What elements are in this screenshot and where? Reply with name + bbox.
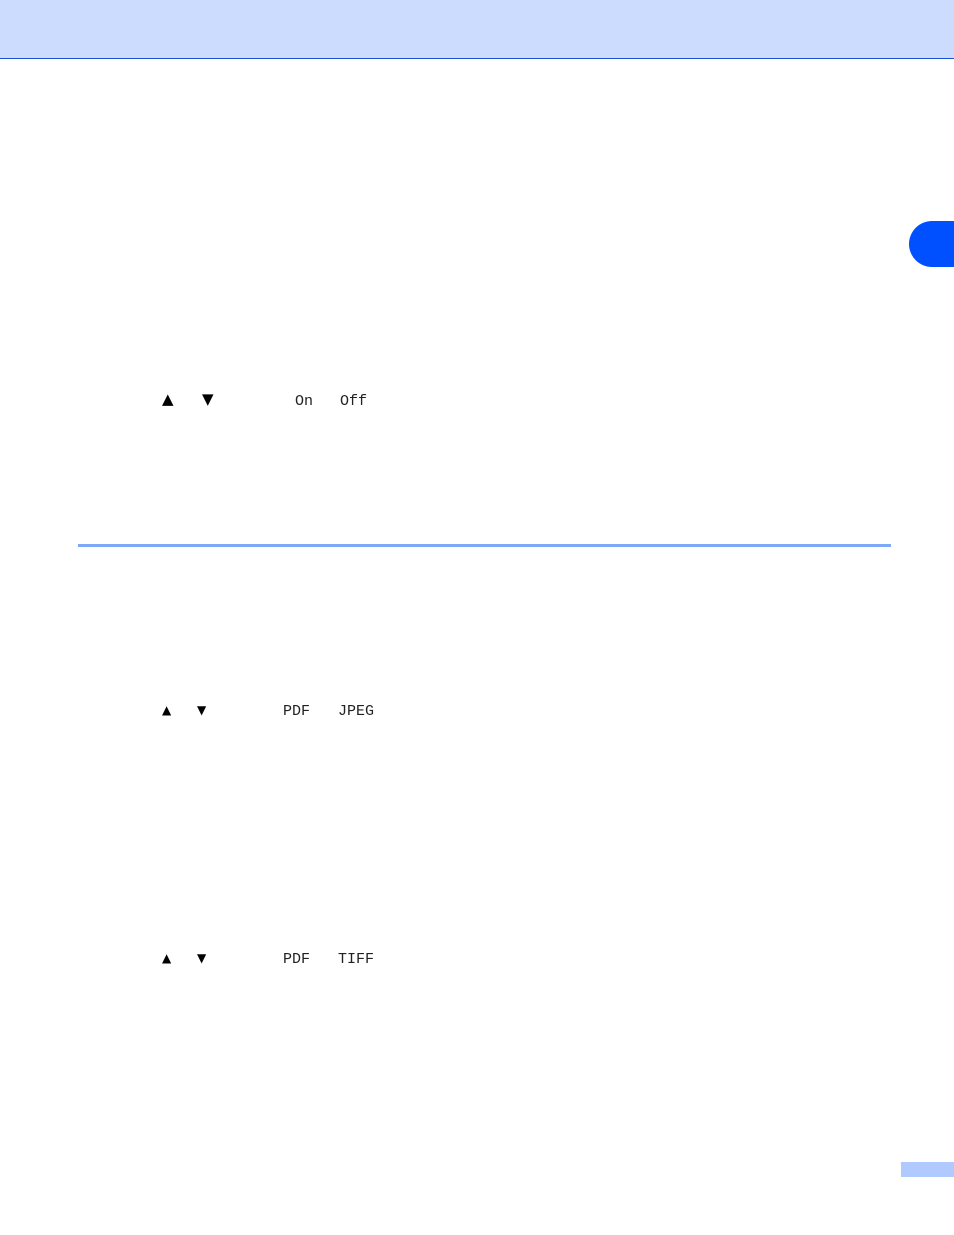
option-jpeg: JPEG (338, 703, 375, 720)
option-pdf: PDF (283, 703, 311, 720)
page-header-band (0, 0, 954, 59)
up-arrow-icon: ▲ (162, 951, 172, 965)
chapter-tab (909, 221, 954, 267)
instruction-line-pdf-jpeg: ▲ ▼ PDF JPEG (0, 704, 954, 724)
option-pdf: PDF (283, 951, 311, 968)
option-on: On (295, 393, 314, 410)
up-arrow-icon: ▲ (162, 390, 174, 408)
down-arrow-icon: ▼ (197, 951, 207, 965)
section-divider (78, 544, 891, 547)
instruction-line-pdf-tiff: ▲ ▼ PDF TIFF (0, 952, 954, 972)
page-number-tag (901, 1162, 954, 1177)
down-arrow-icon: ▼ (202, 390, 214, 408)
option-tiff: TIFF (338, 951, 375, 968)
down-arrow-icon: ▼ (197, 703, 207, 717)
instruction-line-onoff: ▲ ▼ On Off (0, 392, 954, 412)
up-arrow-icon: ▲ (162, 703, 172, 717)
option-off: Off (340, 393, 368, 410)
